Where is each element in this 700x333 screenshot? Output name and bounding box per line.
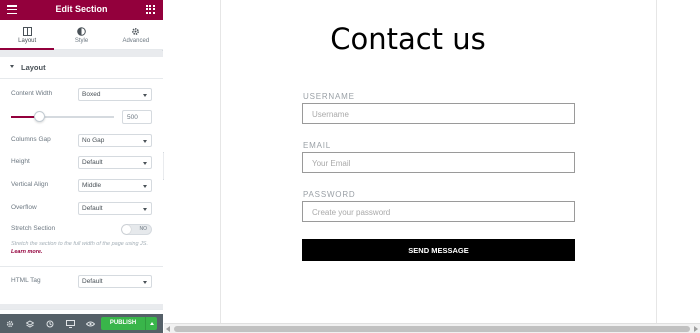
width-slider-track[interactable] [11,116,114,118]
select-value: Default [82,159,103,166]
control-label: Stretch Section [11,225,56,232]
layers-icon[interactable] [20,314,40,333]
tab-style[interactable]: Style [54,20,108,49]
username-input[interactable]: Username [302,103,575,124]
vertical-align-control: Vertical Align Middle [11,179,152,192]
half-circle-icon [54,26,108,36]
chevron-down-icon [143,162,147,165]
control-label: Columns Gap [11,136,51,143]
section-boundary-right [656,0,657,323]
stretch-section-toggle[interactable]: NO [121,224,152,235]
settings-icon[interactable] [0,314,20,333]
layout-section-header[interactable]: Layout [0,57,163,79]
scroll-left-icon[interactable] [166,326,170,332]
widgets-grid-icon[interactable] [146,5,155,14]
chevron-down-icon [143,140,147,143]
publish-button[interactable]: PUBLISH [101,317,145,330]
content-width-control: Content Width Boxed [11,88,152,101]
page-preview: Contact us USERNAME Username EMAIL Your … [164,0,700,323]
preview-eye-icon[interactable] [80,314,100,333]
page-title: Contact us [330,22,486,56]
controls-area: Layout Content Width Boxed 500 Columns G… [0,57,163,304]
select-value: No Gap [82,137,105,144]
scroll-right-icon[interactable] [694,326,698,332]
description-text: Stretch the section to the full width of… [11,241,148,247]
password-label: PASSWORD [303,190,356,199]
html-tag-control: HTML Tag Default [11,275,152,288]
vertical-align-select[interactable]: Middle [78,179,152,192]
chevron-down-icon [143,281,147,284]
content-width-select[interactable]: Boxed [78,88,152,101]
height-control: Height Default [11,156,152,169]
layout-icon [0,26,54,36]
width-slider-handle[interactable] [34,111,45,122]
publish-options-button[interactable] [145,317,157,330]
toggle-text: NO [139,226,148,232]
panel-tabs: Layout Style Advanced [0,20,163,50]
section-title: Layout [21,63,46,72]
editor-panel: Edit Section Layout Style Advanced Layou… [0,0,163,333]
username-label: USERNAME [303,92,355,101]
tab-label: Style [74,38,89,44]
panel-title: Edit Section [55,4,108,14]
select-value: Default [82,205,103,212]
tab-label: Layout [18,38,37,44]
chevron-down-icon [143,208,147,211]
control-label: Overflow [11,204,37,211]
password-input[interactable]: Create your password [302,201,575,222]
tab-advanced[interactable]: Advanced [109,20,163,49]
columns-gap-select[interactable]: No Gap [78,134,152,147]
gear-icon [109,26,163,36]
toggle-knob [122,225,131,234]
overflow-control: Overflow Default [11,202,152,215]
responsive-icon[interactable] [60,314,80,333]
tab-label: Advanced [122,38,150,44]
select-value: Middle [82,182,102,189]
chevron-down-icon [143,94,147,97]
select-value: Default [82,278,103,285]
control-label: Vertical Align [11,181,49,188]
send-message-button[interactable]: SEND MESSAGE [302,239,575,261]
caret-down-icon [10,65,14,68]
next-section-peek [0,304,163,314]
control-label: HTML Tag [11,277,41,284]
divider [0,266,163,267]
control-label: Height [11,158,30,165]
control-label: Content Width [11,90,53,97]
panel-footer: PUBLISH [0,314,163,333]
scrollbar-thumb[interactable] [174,326,690,332]
chevron-down-icon [143,185,147,188]
html-tag-select[interactable]: Default [78,275,152,288]
tab-layout[interactable]: Layout [0,20,55,50]
email-label: EMAIL [303,141,332,150]
horizontal-scrollbar[interactable] [164,323,700,333]
panel-header: Edit Section [0,0,163,20]
learn-more-link[interactable]: Learn more. [11,249,42,255]
history-icon[interactable] [40,314,60,333]
width-number-input[interactable]: 500 [122,110,152,124]
height-select[interactable]: Default [78,156,152,169]
select-value: Boxed [82,91,101,98]
stretch-description: Stretch the section to the full width of… [11,240,153,256]
email-input[interactable]: Your Email [302,152,575,173]
columns-gap-control: Columns Gap No Gap [11,134,152,147]
overflow-select[interactable]: Default [78,202,152,215]
